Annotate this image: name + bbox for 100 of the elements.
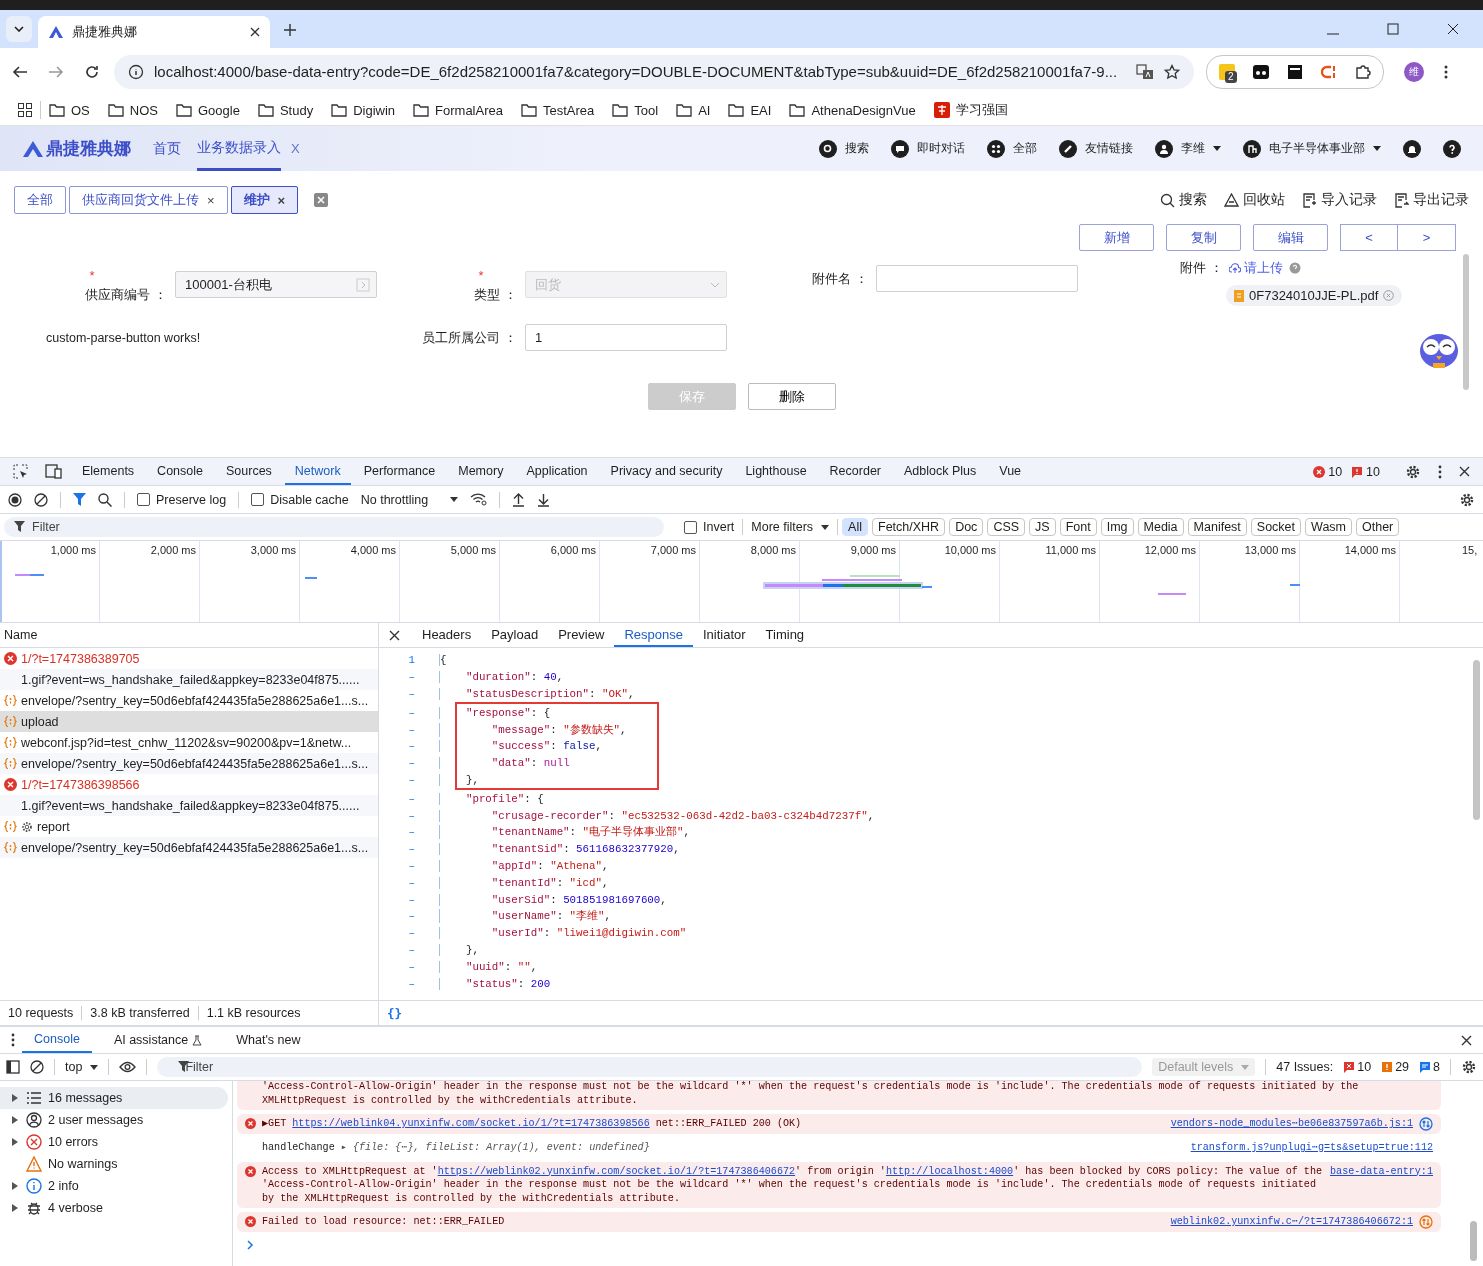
devtools-tab[interactable]: Memory (448, 458, 514, 485)
detail-tab[interactable]: Response (614, 623, 693, 647)
settings-icon[interactable] (1405, 463, 1421, 480)
source-link[interactable]: vendors-node_modules⋯be06e837597a6b.js:1 (1170, 1117, 1413, 1131)
bookmark-link[interactable]: Google (197, 102, 240, 118)
address-bar[interactable]: localhost:4000/base-data-entry?code=DE_6f2d258210001fa7&category=DOUBLE-DOCUMENT&tabType=sub&uuid=DE_6f2d258210001fa7-9... (114, 54, 1194, 89)
issue-count[interactable]: 29 (1395, 1060, 1410, 1074)
folder-icon[interactable] (520, 103, 537, 117)
extension-icon[interactable] (1287, 63, 1303, 80)
search-icon[interactable] (819, 139, 837, 158)
folder-icon[interactable] (175, 103, 192, 117)
folder-icon[interactable] (728, 103, 745, 117)
folder-icon[interactable] (612, 103, 629, 117)
console-filter-item[interactable]: 10 errors (48, 1135, 99, 1149)
record-icon[interactable] (8, 492, 22, 507)
type-filter-chip[interactable]: Media (1137, 518, 1184, 536)
request-name[interactable]: 1/?t=1747386389705 (21, 651, 140, 666)
page-tab[interactable]: 维护 × (230, 186, 299, 214)
header-action-link[interactable]: 李维 (1181, 140, 1205, 157)
warning-icon[interactable] (1381, 1061, 1394, 1073)
folder-icon[interactable] (413, 103, 430, 117)
request-name[interactable]: upload (21, 714, 59, 729)
request-name[interactable]: webconf.jsp?id=test_cnhw_11202&sv=90200&pv=1&netw... (21, 735, 352, 750)
page-tab[interactable]: 供应商回货文件上传 × (69, 186, 228, 214)
source-link[interactable]: transform.js?unplugi⋯g=ts&setup=true:112 (1190, 1141, 1433, 1155)
folder-icon[interactable] (676, 103, 693, 117)
close-icon[interactable] (389, 629, 400, 641)
request-name[interactable]: report (37, 819, 70, 834)
browser-tab[interactable]: 鼎捷雅典娜 (38, 16, 270, 48)
bell-icon[interactable] (1403, 139, 1421, 158)
clear-icon[interactable] (34, 492, 48, 507)
message-link[interactable]: https://weblink04.yunxinfw.com/socket.io/1/?t=1747386398566 (292, 1118, 650, 1129)
user-icon[interactable] (26, 1112, 42, 1128)
building-icon[interactable] (1243, 139, 1261, 158)
type-filter-chip[interactable]: All (842, 518, 868, 536)
issue-count[interactable]: 10 (1366, 464, 1380, 479)
tab-list-button[interactable] (6, 16, 32, 42)
app-logo-text[interactable]: 鼎捷雅典娜 (46, 137, 131, 160)
bug-icon[interactable] (26, 1200, 42, 1216)
header-action-link[interactable]: 全部 (1013, 140, 1037, 157)
bookmark-link[interactable]: OS (71, 102, 90, 118)
input-field[interactable]: 100001-台积电 (175, 271, 377, 298)
devtools-tab[interactable]: Network (284, 458, 351, 485)
search-icon[interactable] (98, 492, 112, 507)
expand-arrow-icon[interactable] (12, 1094, 18, 1102)
drawer-tab[interactable]: Console (22, 1027, 92, 1053)
detail-tab[interactable]: Initiator (692, 623, 756, 647)
format-button[interactable]: {} (387, 1005, 403, 1021)
folder-icon[interactable] (107, 103, 124, 117)
type-filter-chip[interactable]: Wasm (1305, 518, 1352, 536)
console-filter-item[interactable]: 2 user messages (48, 1113, 144, 1127)
new-tab-icon[interactable] (284, 24, 296, 36)
drawer-tab[interactable]: What's new (224, 1027, 313, 1053)
eye-icon[interactable] (119, 1061, 137, 1073)
folder-icon[interactable] (331, 103, 348, 117)
triangle-icon[interactable] (1224, 192, 1239, 208)
warning-icon[interactable] (26, 1156, 42, 1172)
back-arrow-icon[interactable] (12, 63, 28, 80)
pager-button[interactable]: < (1340, 224, 1398, 251)
detail-tab[interactable]: Payload (481, 623, 549, 647)
type-filter-chip[interactable]: Doc (949, 518, 984, 536)
bookmark-link[interactable]: AI (698, 102, 711, 118)
record-button[interactable]: 新增 (1079, 224, 1154, 251)
search-icon[interactable] (1160, 192, 1175, 208)
maximize-icon[interactable] (1387, 23, 1399, 35)
devtools-tab[interactable]: Recorder (819, 458, 891, 485)
record-button[interactable]: 编辑 (1253, 224, 1328, 251)
request-name[interactable]: envelope/?sentry_key=50d6ebfaf424435fa5e288625a6e1...s... (21, 693, 369, 708)
context-dropdown[interactable]: top (65, 1060, 99, 1074)
type-filter-chip[interactable]: Manifest (1187, 518, 1247, 536)
caret-icon[interactable] (90, 1064, 99, 1070)
nav-tab[interactable]: 首页 (153, 126, 181, 171)
bookmark-link[interactable]: AthenaDesignVue (811, 102, 916, 118)
error-count[interactable]: 10 (1328, 464, 1343, 479)
drawer-tab[interactable]: AI assistance (101, 1027, 215, 1053)
invert-checkbox[interactable]: Invert (684, 520, 735, 534)
reload-icon[interactable] (84, 63, 100, 80)
link-icon[interactable] (1059, 139, 1077, 158)
expand-arrow-icon[interactable] (12, 1182, 18, 1190)
issue-icon[interactable] (1351, 465, 1364, 478)
form-action-button[interactable]: 删除 (747, 383, 836, 410)
star-icon[interactable] (1164, 63, 1180, 80)
folder-icon[interactable] (789, 103, 806, 117)
devtools-tab[interactable]: Adblock Plus (894, 458, 987, 485)
sidebar-toggle-icon[interactable] (6, 1060, 20, 1074)
close-all-tabs-icon[interactable] (313, 192, 330, 208)
console-filter-item[interactable]: No warnings (48, 1157, 118, 1171)
caret-icon[interactable] (450, 497, 459, 502)
detail-tab[interactable]: Timing (755, 623, 815, 647)
source-link[interactable]: base-data-entry:1 (1330, 1164, 1433, 1178)
caret-icon[interactable] (1373, 145, 1381, 152)
type-filter-chip[interactable]: Socket (1250, 518, 1302, 536)
list-icon[interactable] (26, 1090, 42, 1106)
filter-icon[interactable] (73, 493, 86, 506)
record-button[interactable]: 复制 (1166, 224, 1241, 251)
type-filter-chip[interactable]: Font (1059, 518, 1097, 536)
document-icon[interactable] (1394, 192, 1409, 208)
pager-button[interactable]: > (1398, 224, 1456, 251)
document-icon[interactable] (1302, 192, 1317, 208)
folder-icon[interactable] (257, 103, 274, 117)
